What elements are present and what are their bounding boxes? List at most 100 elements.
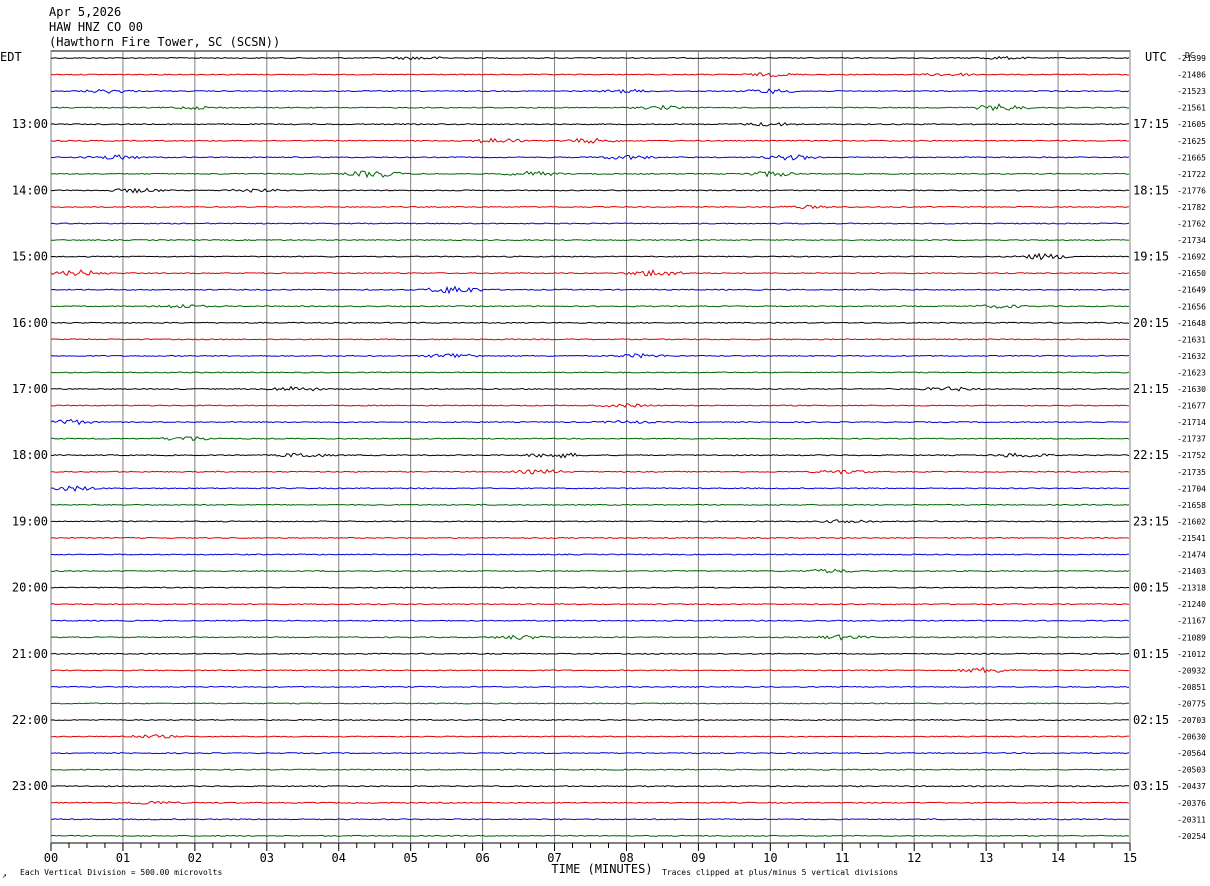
dc-offset-label: -20503 (1177, 766, 1206, 775)
dc-offset-label: -21399 (1177, 54, 1206, 63)
trace-line (51, 468, 1130, 475)
dc-offset-label: -21240 (1177, 600, 1206, 609)
trace-line (50, 834, 1130, 837)
trace-line (50, 204, 1130, 210)
x-tick-label: 13 (979, 851, 993, 865)
dc-offset-label: -21734 (1177, 236, 1206, 245)
dc-offset-label: -21649 (1177, 286, 1206, 295)
trace-line (50, 137, 1130, 144)
dc-offset-label: -21665 (1177, 153, 1206, 162)
right-hour-label: 18:15 (1133, 183, 1169, 197)
x-tick-label: 09 (691, 851, 705, 865)
chart-header: Apr 5,2026 HAW HNZ CO 00 (Hawthorn Fire … (49, 5, 280, 49)
plot-frame (50, 50, 1131, 844)
x-tick-label: 03 (260, 851, 274, 865)
trace-line (50, 435, 1130, 442)
dc-offset-label: -20254 (1177, 832, 1206, 841)
trace-line (50, 303, 1130, 309)
trace-lines (50, 55, 1130, 837)
dc-offset-label: -20630 (1177, 733, 1206, 742)
dc-offset-label: -20376 (1177, 799, 1206, 808)
dc-offset-label: -20703 (1177, 716, 1206, 725)
dc-offset-label: -21486 (1177, 71, 1206, 80)
dc-offset-label: -21752 (1177, 451, 1206, 460)
x-tick-label: 06 (475, 851, 489, 865)
helicorder-chart: Apr 5,2026 HAW HNZ CO 00 (Hawthorn Fire … (0, 5, 1206, 880)
dc-offset-label: -20564 (1177, 749, 1206, 758)
dc-offset-label: -21625 (1177, 137, 1206, 146)
x-tick-label: 01 (116, 851, 130, 865)
trace-line (50, 418, 1130, 426)
trace-line (50, 88, 1130, 95)
x-axis-title: TIME (MINUTES) (551, 862, 652, 876)
dc-offset-label: -21656 (1177, 302, 1206, 311)
trace-line (50, 685, 1130, 688)
trace-line (50, 452, 1130, 459)
x-tick-label: 05 (403, 851, 417, 865)
x-tick-label: 14 (1051, 851, 1065, 865)
trace-line (50, 252, 1130, 261)
dc-offset-label: -21631 (1177, 335, 1206, 344)
trace-line (50, 154, 1130, 161)
trace-line (50, 800, 1130, 805)
dc-offset-label: -21561 (1177, 104, 1206, 113)
left-hour-label: 20:00 (12, 581, 48, 595)
dc-offset-label: -21632 (1177, 352, 1206, 361)
trace-line (50, 734, 1130, 739)
trace-line (50, 187, 1130, 194)
dc-offset-label: -20437 (1177, 782, 1206, 791)
dc-offset-label: -21403 (1177, 567, 1206, 576)
trace-line (50, 269, 1130, 277)
dc-offset-label: -20311 (1177, 815, 1206, 824)
left-hour-label: 14:00 (12, 183, 48, 197)
x-tick-label: 15 (1123, 851, 1137, 865)
left-hour-label: 13:00 (12, 117, 48, 131)
header-date: Apr 5,2026 (49, 5, 121, 19)
trace-line (50, 568, 1130, 574)
trace-line (51, 553, 1130, 556)
left-hour-label: 19:00 (12, 514, 48, 528)
trace-line (50, 321, 1130, 324)
trace-line (51, 702, 1130, 705)
dc-offset-label: -21541 (1177, 534, 1206, 543)
x-tick-label: 11 (835, 851, 849, 865)
dc-offset-label: -21602 (1177, 517, 1206, 526)
dc-offset-label: -21523 (1177, 87, 1206, 96)
trace-line (50, 352, 1130, 359)
left-hour-label: 16:00 (12, 316, 48, 330)
trace-line (50, 503, 1130, 506)
dc-offset-label: -21704 (1177, 484, 1206, 493)
trace-line (50, 536, 1130, 539)
trace-line (50, 785, 1130, 788)
dc-offset-label: -21722 (1177, 170, 1206, 179)
dc-offset-label: -20932 (1177, 666, 1206, 675)
x-tick-label: 10 (763, 851, 777, 865)
dc-offset-label: -21735 (1177, 468, 1206, 477)
trace-line (50, 752, 1130, 755)
trace-line (50, 586, 1129, 589)
right-hour-label: 03:15 (1133, 779, 1169, 793)
right-hour-label: 19:15 (1133, 250, 1169, 264)
left-hour-label: 22:00 (12, 713, 48, 727)
scale-note: Each Vertical Division = 500.00 microvol… (20, 868, 222, 877)
dc-offset-label: -21658 (1177, 501, 1206, 510)
dc-offset-label: -21776 (1177, 186, 1206, 195)
left-timezone-label: EDT (0, 50, 22, 64)
x-tick-label: 12 (907, 851, 921, 865)
right-hour-label: 01:15 (1133, 647, 1169, 661)
trace-line (50, 239, 1130, 242)
dc-offset-labels: -21399 -21486 -21523 -21561 -21605 -21625 -216… (1177, 54, 1206, 841)
dc-offset-label: -21089 (1177, 633, 1206, 642)
trace-line (50, 619, 1130, 622)
dc-offset-label: -21737 (1177, 435, 1206, 444)
trace-line (50, 403, 1130, 408)
dc-offset-label: -21714 (1177, 418, 1206, 427)
x-tick-label: 00 (44, 851, 58, 865)
dc-offset-label: -20775 (1177, 699, 1206, 708)
trace-line (50, 371, 1130, 374)
logo-mark: ↗ (2, 871, 7, 880)
trace-line (50, 72, 1129, 78)
trace-line (51, 170, 1130, 179)
trace-line (50, 666, 1129, 674)
dc-offset-label: -21630 (1177, 385, 1206, 394)
